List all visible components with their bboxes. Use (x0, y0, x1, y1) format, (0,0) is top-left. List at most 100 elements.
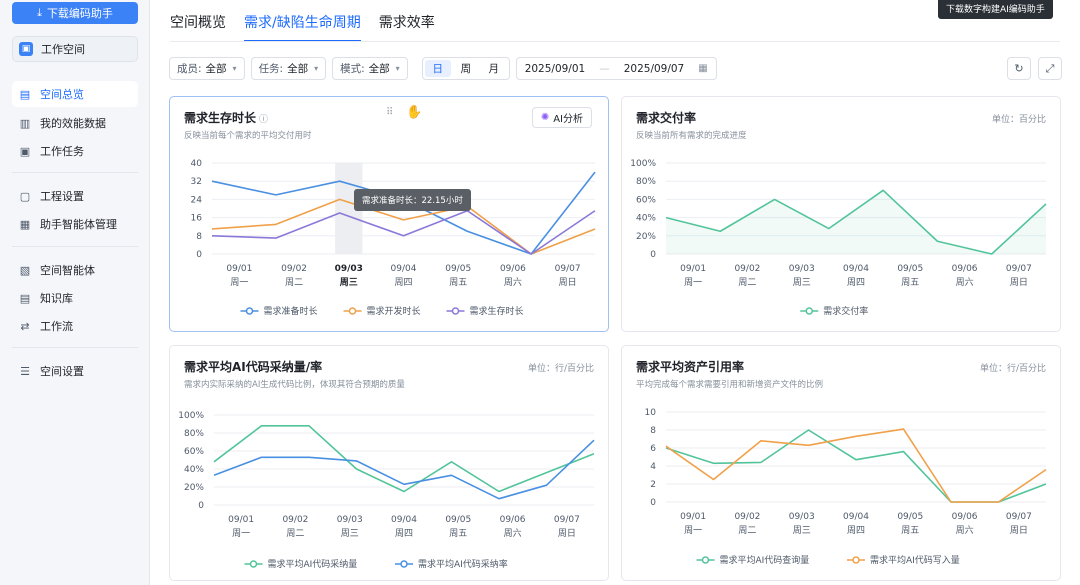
x-tick-label: 09/01 (680, 512, 706, 522)
y-tick-label: 60% (184, 447, 204, 457)
sidebar-item-project-settings[interactable]: ▢ 工程设置 (12, 183, 138, 209)
tab-lifecycle[interactable]: 需求/缺陷生命周期 (244, 12, 361, 42)
member-select[interactable]: 成员: 全部 ▾ (169, 57, 245, 80)
x-tick-weekday: 周二 (286, 528, 304, 539)
x-tick-weekday: 周五 (901, 525, 919, 536)
sidebar-item-label: 工程设置 (40, 190, 84, 203)
sidebar-divider (12, 246, 138, 247)
chart-tooltip: 需求准备时长：22.15小时 (354, 189, 471, 211)
y-tick-label: 0 (650, 498, 656, 508)
fullscreen-button[interactable]: ⤢ (1038, 57, 1062, 80)
sidebar-item-knowledge[interactable]: ▤ 知识库 (12, 285, 138, 311)
date-end: 2025/09/07 (623, 62, 685, 75)
sidebar-item-tasks[interactable]: ▣ 工作任务 (12, 138, 138, 164)
x-tick-label: 09/01 (680, 264, 706, 274)
x-tick-weekday: 周六 (956, 276, 974, 288)
asset-chart[interactable]: 0 2 4 6 8 10 09/01 周一 09/02 周二 09/03 周三 09/04 周四 09/05… (622, 346, 1062, 582)
legend-label: 需求平均AI代码采纳率 (418, 558, 508, 570)
y-tick-label: 100% (630, 159, 656, 169)
sidebar-item-space-settings[interactable]: ☰ 空间设置 (12, 358, 138, 384)
x-tick-weekday: 周五 (901, 277, 919, 288)
x-tick-label: 09/05 (897, 264, 923, 274)
x-tick-weekday: 周一 (230, 277, 248, 288)
legend-label: 需求平均AI代码采纳量 (268, 558, 358, 570)
tab-efficiency[interactable]: 需求效率 (379, 12, 435, 42)
download-icon: ⤓ (37, 6, 42, 19)
y-tick-label: 0 (198, 501, 204, 511)
granularity-month[interactable]: 月 (481, 60, 507, 77)
x-tick-label: 09/02 (734, 264, 760, 274)
date-range-picker[interactable]: 2025/09/01 — 2025/09/07 ▦ (515, 57, 717, 80)
x-tick-label: 09/05 (445, 264, 471, 274)
sidebar-item-overview[interactable]: ▤ 空间总览 (12, 81, 138, 107)
y-tick-label: 80% (184, 429, 204, 439)
legend-marker (701, 556, 710, 564)
sidebar-item-my-efficiency[interactable]: ▥ 我的效能数据 (12, 110, 138, 136)
mode-select-value: 全部 (368, 63, 390, 75)
download-assistant-button[interactable]: ⤓ 下载编码助手 (12, 2, 138, 24)
sidebar-item-label: 空间智能体 (40, 264, 95, 277)
legend-marker (249, 560, 258, 568)
x-tick-label: 09/07 (1006, 264, 1032, 274)
page-tabs: 空间概览 需求/缺陷生命周期 需求效率 (170, 12, 435, 42)
download-tooltip: 下载数字构建AI编码助手 (938, 0, 1053, 19)
x-tick-weekday: 周五 (449, 277, 467, 288)
y-tick-label: 32 (191, 177, 202, 187)
x-tick-label: 09/01 (228, 515, 254, 525)
workspace-button[interactable]: ▣ 工作空间 (12, 36, 138, 62)
knowledge-icon: ▤ (19, 291, 31, 305)
lifecycle-card: 需求生存时长 ⓘ 反映当前每个需求的平均交付用时 ⠿ ✋ ✺ AI分析 0 8 16 24… (169, 96, 609, 332)
x-tick-weekday: 周三 (793, 277, 811, 288)
sidebar-item-label: 工作任务 (40, 145, 84, 158)
y-tick-label: 0 (650, 250, 656, 260)
legend-marker (451, 307, 460, 315)
ai-code-chart[interactable]: 0 20% 40% 60% 80% 100% 09/01 周一 09/02 周二 09/03 周三 09… (170, 346, 610, 582)
x-tick-weekday: 周日 (1010, 277, 1028, 288)
x-tick-weekday: 周四 (847, 525, 865, 536)
sidebar-item-workflow[interactable]: ⇄ 工作流 (12, 313, 138, 339)
mode-select[interactable]: 模式: 全部 ▾ (332, 57, 408, 80)
granularity-week[interactable]: 周 (453, 60, 479, 77)
granularity-day[interactable]: 日 (424, 60, 451, 77)
x-tick-label: 09/04 (843, 512, 869, 522)
chevron-down-icon: ▾ (395, 64, 400, 73)
y-tick-label: 16 (191, 214, 203, 224)
x-tick-weekday: 周四 (847, 277, 865, 288)
x-tick-weekday: 周三 (341, 528, 359, 539)
sidebar-item-space-agent[interactable]: ▧ 空间智能体 (12, 257, 138, 283)
legend-label: 需求开发时长 (367, 305, 421, 317)
tab-overview[interactable]: 空间概览 (170, 12, 226, 42)
x-tick-weekday: 周六 (504, 276, 522, 288)
refresh-button[interactable]: ↻ (1007, 57, 1031, 80)
sidebar-item-label: 助手智能体管理 (40, 218, 117, 231)
y-tick-label: 8 (196, 232, 202, 242)
workflow-icon: ⇄ (20, 319, 30, 333)
y-tick-label: 40 (191, 159, 203, 169)
sidebar-divider (12, 347, 138, 348)
agent-icon: ▦ (19, 217, 31, 231)
task-select[interactable]: 任务: 全部 ▾ (250, 57, 327, 80)
y-tick-label: 20% (636, 232, 656, 242)
x-tick-label: 09/03 (335, 264, 363, 274)
x-tick-weekday: 周日 (559, 277, 577, 288)
refresh-icon: ↻ (1014, 62, 1024, 75)
legend-label: 需求生存时长 (470, 305, 524, 317)
delivery-chart[interactable]: 0 20% 40% 60% 80% 100% 09/01 周一 09/02 周二 09/03 周三 09… (622, 97, 1062, 333)
tabs-divider (170, 41, 1060, 42)
legend-marker (805, 307, 813, 315)
x-tick-label: 09/02 (281, 264, 307, 274)
y-tick-label: 40% (636, 214, 656, 224)
y-tick-label: 80% (636, 177, 656, 187)
x-tick-label: 09/01 (226, 264, 252, 274)
series-line (213, 425, 595, 493)
sidebar-item-agent-management[interactable]: ▦ 助手智能体管理 (12, 211, 138, 237)
x-tick-weekday: 周四 (395, 528, 413, 539)
legend-marker (348, 307, 357, 315)
x-tick-label: 09/07 (554, 515, 580, 525)
x-tick-weekday: 周日 (558, 528, 576, 539)
x-tick-label: 09/07 (1006, 512, 1032, 522)
lifecycle-chart[interactable]: 0 8 16 24 32 40 09/01 周一 09/02 周二 09/03 周三 09/04 周四 09… (170, 97, 610, 333)
fullscreen-icon: ⤢ (1045, 61, 1055, 75)
date-start: 2025/09/01 (524, 62, 586, 75)
x-tick-weekday: 周四 (394, 277, 412, 288)
